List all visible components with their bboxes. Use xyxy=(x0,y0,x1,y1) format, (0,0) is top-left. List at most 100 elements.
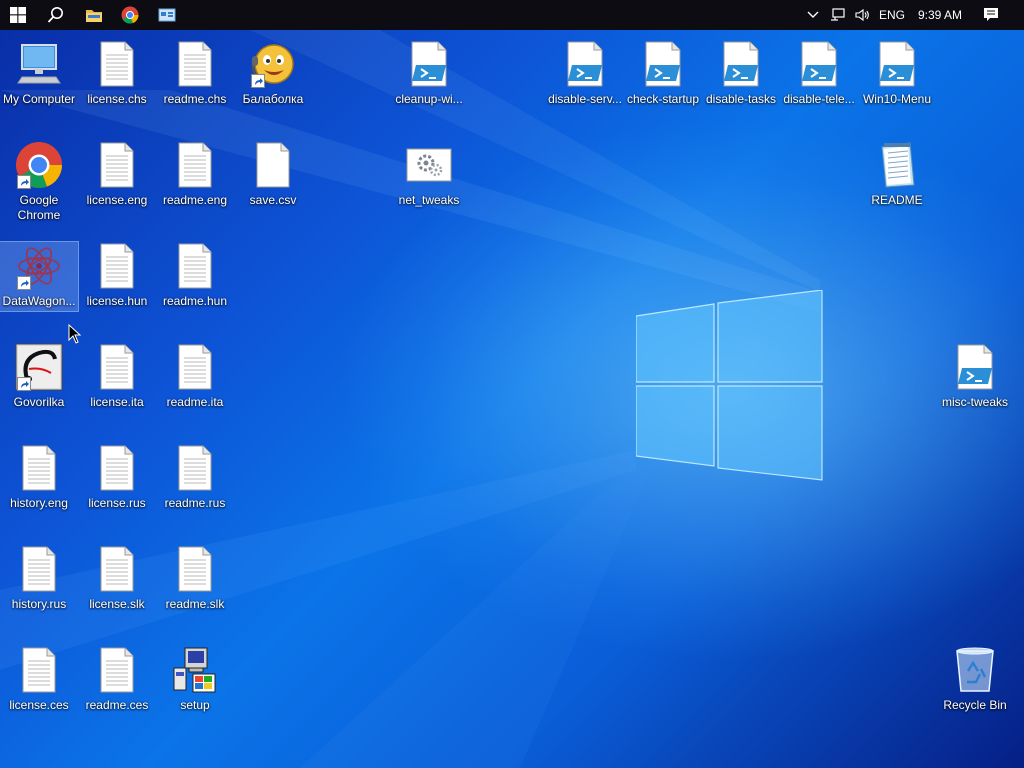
ps-icon xyxy=(561,40,609,88)
desktop-icon-label: readme.ces xyxy=(85,698,149,712)
desktop-icon-label: setup xyxy=(180,698,210,712)
show-hidden-icons-button[interactable] xyxy=(804,0,822,30)
doc-icon xyxy=(15,646,63,694)
desktop-icon[interactable]: disable-tele... xyxy=(780,40,858,107)
chrome-icon xyxy=(121,6,139,24)
doc-icon xyxy=(171,242,219,290)
network-tray-button[interactable] xyxy=(828,0,848,30)
desktop-icon-label: Win10-Menu xyxy=(862,92,932,106)
desktop-icon-label: net_tweaks xyxy=(398,193,460,207)
windows-logo-icon xyxy=(10,7,26,23)
desktop-icon[interactable]: setup xyxy=(156,646,234,713)
action-center-button[interactable] xyxy=(980,0,1002,30)
desktop-icon-label: license.ces xyxy=(9,698,69,712)
desktop-icon[interactable]: cleanup-wi... xyxy=(390,40,468,107)
recycle-icon xyxy=(951,646,999,694)
ps-icon xyxy=(873,40,921,88)
balabolka-icon xyxy=(249,40,297,88)
doc-icon xyxy=(93,40,141,88)
desktop-icon-label: readme.ita xyxy=(166,395,224,409)
desktop-icon-label: cleanup-wi... xyxy=(395,92,463,106)
desktop-icon[interactable]: Win10-Menu xyxy=(858,40,936,107)
desktop-icon[interactable]: Govorilka xyxy=(0,343,78,410)
desktop-icon[interactable]: readme.chs xyxy=(156,40,234,107)
desktop-icon[interactable]: readme.slk xyxy=(156,545,234,612)
computer-icon xyxy=(15,40,63,88)
desktop-icon[interactable]: misc-tweaks xyxy=(936,343,1014,410)
notification-icon xyxy=(984,8,998,21)
desktop-icon[interactable]: license.eng xyxy=(78,141,156,208)
desktop-icon-label: history.rus xyxy=(11,597,67,611)
desktop-icon-label: My Computer xyxy=(2,92,76,106)
desktop-icon[interactable]: Google Chrome xyxy=(0,141,78,223)
desktop-icon-label: Govorilka xyxy=(13,395,65,409)
doc-icon xyxy=(171,444,219,492)
desktop-icon-label: license.slk xyxy=(89,597,145,611)
shortcut-arrow-icon xyxy=(17,377,31,391)
network-icon xyxy=(831,8,845,21)
desktop-icon-label: check-startup xyxy=(626,92,700,106)
desktop-icon-label: license.chs xyxy=(87,92,147,106)
desktop-icon[interactable]: README xyxy=(858,141,936,208)
doc-icon xyxy=(93,646,141,694)
desktop-icon[interactable]: readme.ces xyxy=(78,646,156,713)
desktop-icon[interactable]: readme.rus xyxy=(156,444,234,511)
desktop-icon[interactable]: history.eng xyxy=(0,444,78,511)
desktop-icon[interactable]: save.csv xyxy=(234,141,312,208)
desktop-icon[interactable]: license.slk xyxy=(78,545,156,612)
doc-icon xyxy=(93,141,141,189)
desktop-icon[interactable]: license.ita xyxy=(78,343,156,410)
desktop-icon[interactable]: readme.hun xyxy=(156,242,234,309)
desktop-icon[interactable]: net_tweaks xyxy=(390,141,468,208)
desktop-icon[interactable]: DataWagon... xyxy=(0,241,79,312)
desktop-icon-label: DataWagon... xyxy=(2,294,76,308)
desktop-icon[interactable]: disable-tasks xyxy=(702,40,780,107)
desktop-icon[interactable]: license.chs xyxy=(78,40,156,107)
start-button[interactable] xyxy=(4,0,32,30)
file-explorer-button[interactable] xyxy=(80,0,108,30)
desktop-icon-label: Recycle Bin xyxy=(943,698,1007,712)
desktop-icon-label: readme.eng xyxy=(162,193,228,207)
clock[interactable]: 9:39 AM xyxy=(918,0,962,30)
ps-icon xyxy=(795,40,843,88)
desktop-icon[interactable]: readme.eng xyxy=(156,141,234,208)
desktop-icon-label: README xyxy=(871,193,923,207)
doc-icon xyxy=(93,444,141,492)
volume-tray-button[interactable] xyxy=(852,0,872,30)
desktop-icon[interactable]: check-startup xyxy=(624,40,702,107)
language-indicator[interactable]: ENG xyxy=(879,0,905,30)
desktop-icon[interactable]: Балаболка xyxy=(234,40,312,107)
search-button[interactable] xyxy=(42,0,70,30)
doc-icon xyxy=(171,40,219,88)
desktop-icon[interactable]: history.rus xyxy=(0,545,78,612)
doc-icon xyxy=(93,343,141,391)
desktop-icon-label: license.hun xyxy=(86,294,148,308)
desktop-icon-label: readme.chs xyxy=(163,92,227,106)
chrome-taskbar-button[interactable] xyxy=(116,0,144,30)
desktop-icon-label: disable-tasks xyxy=(705,92,777,106)
desktop-icon[interactable]: license.rus xyxy=(78,444,156,511)
ps-icon xyxy=(405,40,453,88)
doc-icon xyxy=(171,141,219,189)
desktop-icon-label: readme.rus xyxy=(164,496,226,510)
desktop-icon[interactable]: license.hun xyxy=(78,242,156,309)
doc-icon xyxy=(171,343,219,391)
windows-wallpaper-logo xyxy=(636,290,823,481)
control-panel-icon xyxy=(158,8,176,22)
ps-icon xyxy=(951,343,999,391)
desktop-icon[interactable]: license.ces xyxy=(0,646,78,713)
desktop-icon[interactable]: readme.ita xyxy=(156,343,234,410)
desktop-icon-label: disable-serv... xyxy=(548,92,622,106)
ps-icon xyxy=(717,40,765,88)
doc-icon xyxy=(15,444,63,492)
control-panel-button[interactable] xyxy=(153,0,181,30)
desktop-icon-label: Балаболка xyxy=(242,92,304,106)
desktop-icon[interactable]: Recycle Bin xyxy=(936,646,1014,713)
desktop-icon[interactable]: disable-serv... xyxy=(546,40,624,107)
desktop-icon[interactable]: My Computer xyxy=(0,40,78,107)
desktop: My Computer license.chs readme.chs Балаболк… xyxy=(0,30,1024,768)
ps-icon xyxy=(639,40,687,88)
desktop-icon-label: readme.hun xyxy=(162,294,228,308)
folder-icon xyxy=(86,10,102,22)
search-icon xyxy=(47,7,63,23)
